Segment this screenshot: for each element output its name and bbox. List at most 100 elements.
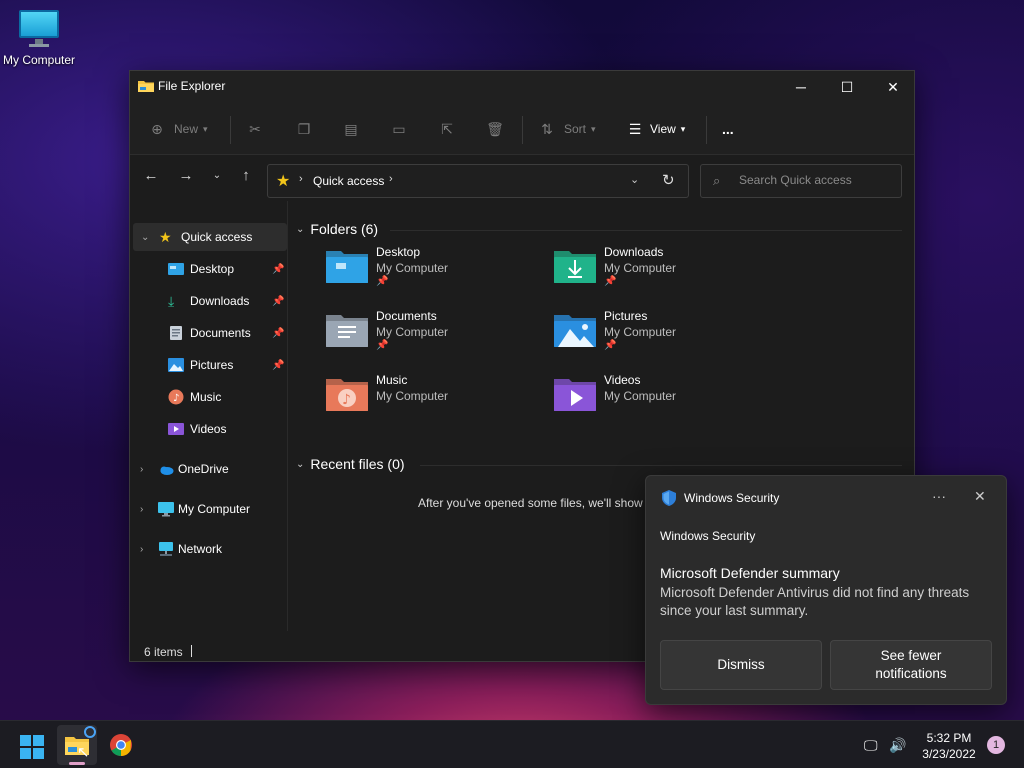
new-label: New — [174, 122, 199, 136]
sidebar-item-music[interactable]: ♪ Music — [130, 383, 284, 411]
clock[interactable]: 5:32 PM 3/23/2022 — [914, 730, 984, 762]
sidebar-item-downloads[interactable]: ⤓ Downloads 📌 — [130, 287, 284, 315]
minimize-button[interactable]: ─ — [778, 71, 824, 103]
desktop-icon-my-computer[interactable]: My Computer — [0, 8, 78, 67]
search-box[interactable]: ⌕ — [700, 164, 902, 198]
address-bar[interactable]: ★ › Quick access › ⌄ ↻ — [267, 164, 689, 198]
see-fewer-notifications-button[interactable]: See fewer notifications — [830, 640, 992, 690]
forward-arrow-icon[interactable]: → — [176, 167, 196, 184]
video-icon — [168, 423, 184, 435]
volume-icon[interactable]: 🔊 — [889, 737, 906, 754]
section-divider — [390, 230, 902, 231]
more-options-button[interactable]: ... — [722, 115, 734, 143]
folders-section-header[interactable]: ⌄ Folders (6) — [296, 221, 378, 237]
folder-tile-music[interactable]: ♪ Music My Computer — [326, 373, 536, 429]
folder-name: Music — [376, 373, 408, 387]
music-icon: ♪ — [168, 389, 184, 405]
sort-button[interactable]: ⇅ Sort ▾ — [538, 115, 595, 143]
maximize-button[interactable]: ☐ — [824, 71, 870, 103]
downloads-folder-icon — [554, 251, 596, 283]
up-arrow-icon[interactable]: ↑ — [236, 167, 256, 184]
view-button[interactable]: ☰ View ▾ — [626, 115, 686, 143]
sidebar-item-label: My Computer — [178, 502, 251, 516]
pin-icon: 📌 — [272, 327, 285, 339]
copy-button[interactable]: ❐ — [295, 115, 313, 143]
new-button[interactable]: ⊕ New ▾ — [148, 115, 208, 143]
folder-tile-documents[interactable]: Documents My Computer 📌 — [326, 309, 536, 365]
folder-location: My Computer — [604, 325, 677, 339]
sidebar-item-network[interactable]: › Network — [130, 535, 284, 563]
taskbar-chrome[interactable] — [101, 725, 141, 765]
refresh-icon[interactable]: ↻ — [662, 171, 675, 189]
sort-icon: ⇅ — [541, 120, 553, 137]
monitor-icon — [17, 8, 61, 48]
trash-icon: 🗑 — [486, 120, 504, 137]
delete-button[interactable]: 🗑 — [486, 115, 504, 143]
address-dropdown-icon[interactable]: ⌄ — [630, 173, 639, 186]
sidebar-item-desktop[interactable]: Desktop 📌 — [130, 255, 284, 283]
breadcrumb-quick-access[interactable]: Quick access — [313, 174, 384, 188]
folder-tile-desktop[interactable]: Desktop My Computer 📌 — [326, 245, 536, 301]
sidebar-item-my-computer[interactable]: › My Computer — [130, 495, 284, 523]
navigation-bar: ← → ⌄ ↑ ★ › Quick access › ⌄ ↻ ⌕ — [130, 155, 914, 201]
rename-button[interactable]: ▭ — [390, 115, 408, 143]
folder-tile-downloads[interactable]: Downloads My Computer 📌 — [554, 245, 764, 301]
toast-title: Microsoft Defender summary — [660, 565, 840, 581]
documents-folder-icon — [326, 315, 368, 347]
sidebar-item-onedrive[interactable]: › OneDrive — [130, 455, 284, 483]
chrome-icon — [110, 734, 132, 756]
sidebar-item-quick-access[interactable]: ⌄ ★ Quick access — [133, 223, 287, 251]
sidebar-item-label: Network — [178, 542, 223, 556]
toast-body: Microsoft Defender Antivirus did not fin… — [660, 585, 970, 618]
chevron-down-icon: ▾ — [203, 123, 208, 134]
cloud-icon — [160, 466, 174, 475]
sidebar-item-label: OneDrive — [178, 462, 229, 476]
sidebar-item-label: Pictures — [190, 358, 234, 372]
folder-name: Videos — [604, 373, 641, 387]
paste-button[interactable]: ▤ — [342, 115, 360, 143]
search-input[interactable] — [739, 173, 889, 187]
network-icon[interactable]: 🖵 — [864, 737, 878, 754]
folder-tile-videos[interactable]: Videos My Computer — [554, 373, 764, 429]
windows-logo-icon — [20, 735, 44, 759]
folder-tile-pictures[interactable]: Pictures My Computer 📌 — [554, 309, 764, 365]
music-folder-icon: ♪ — [326, 379, 368, 411]
recent-files-section-header[interactable]: ⌄ Recent files (0) — [296, 456, 405, 472]
close-icon[interactable]: ✕ — [974, 488, 986, 505]
breadcrumb-chevron-icon[interactable]: › — [299, 173, 303, 185]
folder-name: Downloads — [604, 245, 664, 259]
search-icon: ⌕ — [713, 173, 721, 188]
start-button[interactable] — [12, 725, 52, 765]
share-button[interactable]: ⇱ — [438, 115, 456, 143]
close-button[interactable]: ✕ — [870, 71, 916, 103]
notification-toast[interactable]: Windows Security ··· ✕ Windows Security … — [645, 475, 1007, 705]
taskbar-file-explorer[interactable]: ↖ — [57, 725, 97, 765]
more-options-icon[interactable]: ··· — [932, 488, 946, 504]
recent-header-label: Recent files (0) — [310, 456, 405, 472]
chevron-right-icon[interactable]: › — [140, 544, 143, 555]
sidebar-item-videos[interactable]: Videos — [130, 415, 284, 443]
title-bar[interactable]: File Explorer ─ ☐ ✕ — [130, 71, 914, 103]
mouse-cursor-icon: ↖ — [77, 744, 90, 761]
chevron-down-icon[interactable]: ⌄ — [141, 232, 149, 243]
pin-icon: 📌 — [604, 340, 617, 351]
folder-location: My Computer — [604, 261, 677, 275]
computer-icon — [158, 502, 174, 517]
sidebar-item-documents[interactable]: Documents 📌 — [130, 319, 284, 347]
breadcrumb-chevron-icon[interactable]: › — [389, 173, 393, 185]
chevron-right-icon[interactable]: › — [140, 504, 143, 515]
chevron-down-icon: ⌄ — [296, 223, 305, 235]
pin-icon: 📌 — [604, 276, 617, 287]
sidebar-item-pictures[interactable]: Pictures 📌 — [130, 351, 284, 379]
recent-locations-chevron-icon[interactable]: ⌄ — [207, 170, 227, 181]
cut-button[interactable]: ✂ — [246, 115, 264, 143]
view-label: View — [650, 122, 676, 136]
clipboard-icon: ▤ — [344, 120, 358, 137]
chevron-right-icon[interactable]: › — [140, 464, 143, 475]
svg-text:♪: ♪ — [173, 393, 179, 404]
svg-text:♪: ♪ — [342, 392, 351, 408]
dismiss-button[interactable]: Dismiss — [660, 640, 822, 690]
back-arrow-icon[interactable]: ← — [141, 167, 161, 184]
notification-badge[interactable]: 1 — [987, 736, 1005, 754]
sidebar-item-label: Videos — [190, 422, 227, 436]
